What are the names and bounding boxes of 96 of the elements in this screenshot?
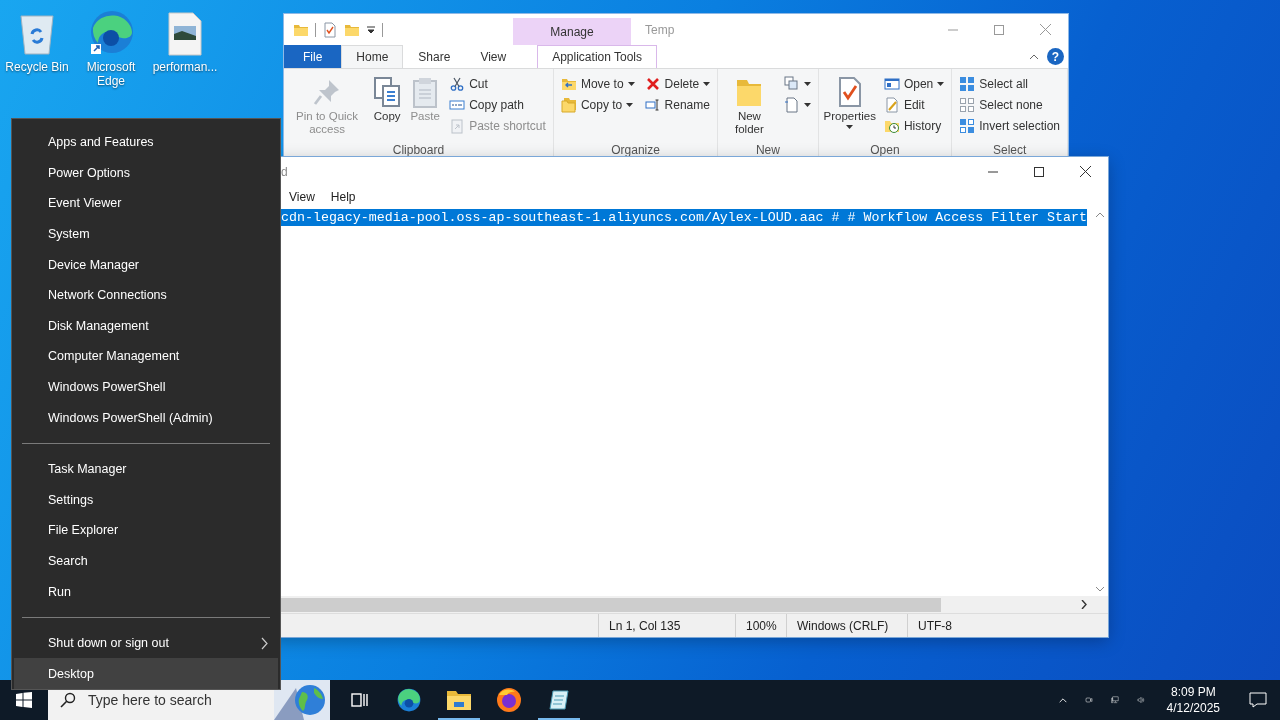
ribbon-button[interactable]: Rename xyxy=(641,95,714,115)
caret-icon xyxy=(703,82,711,86)
recycle-bin-icon xyxy=(17,12,57,56)
ribbon-button[interactable]: Copy to xyxy=(557,95,638,115)
select-none-icon xyxy=(959,97,976,113)
maximize-icon xyxy=(1034,166,1044,177)
group-label: Clipboard xyxy=(391,143,446,157)
maximize-icon xyxy=(994,24,1004,35)
path-icon xyxy=(449,97,466,113)
search-icon xyxy=(60,692,76,708)
group-label: Open xyxy=(869,143,901,157)
menu-item[interactable]: Power Options xyxy=(14,157,278,189)
ribbon-button[interactable]: Move to xyxy=(557,74,638,94)
caret-icon xyxy=(846,125,854,129)
ribbon-tab[interactable]: Share xyxy=(403,45,466,68)
copy-to-icon xyxy=(560,97,577,113)
ribbon-button[interactable]: Select none xyxy=(956,95,1063,115)
caret-icon xyxy=(803,103,811,107)
ribbon-tab[interactable]: Home xyxy=(341,45,404,68)
ribbon-button[interactable]: Open xyxy=(880,74,948,94)
task-view-icon[interactable] xyxy=(349,690,369,710)
clock[interactable]: 8:09 PM 4/12/2025 xyxy=(1156,684,1230,716)
move-icon xyxy=(560,76,577,92)
caret-icon xyxy=(803,82,811,86)
caret-icon xyxy=(937,82,945,86)
shortcut-icon xyxy=(449,118,466,134)
scroll-right-icon[interactable] xyxy=(1081,600,1087,609)
menu-item[interactable]: Shut down or sign out xyxy=(14,627,278,659)
folder-icon[interactable] xyxy=(446,688,472,712)
ribbon-button[interactable]: Properties xyxy=(822,74,877,131)
globe-icon xyxy=(274,680,330,720)
ribbon-button[interactable]: History xyxy=(880,116,948,136)
notepad-icon[interactable] xyxy=(547,688,571,712)
scroll-down-icon[interactable] xyxy=(1095,587,1104,592)
image-file-icon xyxy=(167,12,203,56)
close-icon xyxy=(1039,24,1051,35)
ribbon-button[interactable]: Copy path xyxy=(446,95,549,115)
ribbon-button[interactable]: Delete xyxy=(641,74,714,94)
help-button[interactable]: ? xyxy=(1047,48,1064,65)
close-icon xyxy=(1079,166,1091,177)
new-item-icon xyxy=(783,76,800,92)
menu-item[interactable]: View xyxy=(281,190,323,204)
collapse-ribbon-icon[interactable] xyxy=(1029,53,1039,60)
window-icon xyxy=(883,76,900,92)
ribbon-tab[interactable]: View xyxy=(465,45,522,68)
group-label: Select xyxy=(991,143,1028,157)
menu-item[interactable]: Windows PowerShell (Admin) xyxy=(14,402,278,433)
menu-item[interactable]: Run xyxy=(14,576,278,607)
ribbon-button[interactable]: Edit xyxy=(880,95,948,115)
select-all-icon xyxy=(959,76,976,92)
delete-icon xyxy=(644,76,661,92)
menu-item[interactable]: Computer Management xyxy=(14,341,278,372)
ribbon-button[interactable]: Cut xyxy=(446,74,549,94)
history-icon xyxy=(883,118,900,134)
caret-icon xyxy=(627,82,635,86)
window-title: Temp xyxy=(644,21,676,39)
menu-item[interactable]: Desktop xyxy=(14,658,278,689)
menu-item[interactable]: Device Manager xyxy=(14,249,278,280)
menu-item[interactable]: File Explorer xyxy=(14,515,278,546)
window-title: d xyxy=(280,164,289,179)
context-group-label: Manage xyxy=(513,18,631,45)
menu-item[interactable]: Network Connections xyxy=(14,279,278,311)
status-text: 100% xyxy=(735,614,786,637)
ribbon-button[interactable]: Select all xyxy=(956,74,1063,94)
status-text: Ln 1, Col 135 xyxy=(598,614,735,637)
chevron-right-icon xyxy=(261,636,268,650)
menu-item[interactable]: System xyxy=(14,218,278,250)
menu-item[interactable]: Disk Management xyxy=(14,310,278,342)
scissors-icon xyxy=(449,76,466,92)
group-label: New xyxy=(754,143,781,157)
scroll-up-icon[interactable] xyxy=(1095,212,1104,217)
ribbon-button[interactable]: Invert selection xyxy=(956,116,1063,136)
ribbon-button[interactable]: Copy xyxy=(370,74,405,125)
rename-icon xyxy=(644,97,661,113)
edit-icon xyxy=(883,97,900,113)
caret-icon xyxy=(626,103,634,107)
group-label: Organize xyxy=(610,143,661,157)
menu-item[interactable]: Search xyxy=(14,545,278,577)
page-icon xyxy=(783,97,800,113)
menu-item[interactable]: Event Viewer xyxy=(14,188,278,219)
edge-icon[interactable] xyxy=(396,687,422,713)
scrollbar-thumb[interactable] xyxy=(281,597,941,612)
properties-icon[interactable] xyxy=(322,21,338,38)
menu-item[interactable]: Apps and Features xyxy=(14,127,278,158)
menu-item[interactable]: Help xyxy=(322,190,364,204)
menu-item[interactable]: Settings xyxy=(14,484,278,516)
ribbon-tab[interactable]: File xyxy=(284,45,342,68)
dropdown-icon[interactable] xyxy=(366,24,376,35)
status-text: UTF-8 xyxy=(907,614,998,637)
invert-selection-icon xyxy=(959,118,976,134)
ribbon-button[interactable]: New folder xyxy=(722,74,777,138)
ribbon-tab[interactable]: Application Tools xyxy=(537,45,658,68)
menu-item[interactable]: Windows PowerShell xyxy=(14,371,278,403)
menu-item[interactable]: Task Manager xyxy=(14,453,278,485)
status-text: Windows (CRLF) xyxy=(786,614,907,637)
firefox-icon[interactable] xyxy=(496,687,522,713)
